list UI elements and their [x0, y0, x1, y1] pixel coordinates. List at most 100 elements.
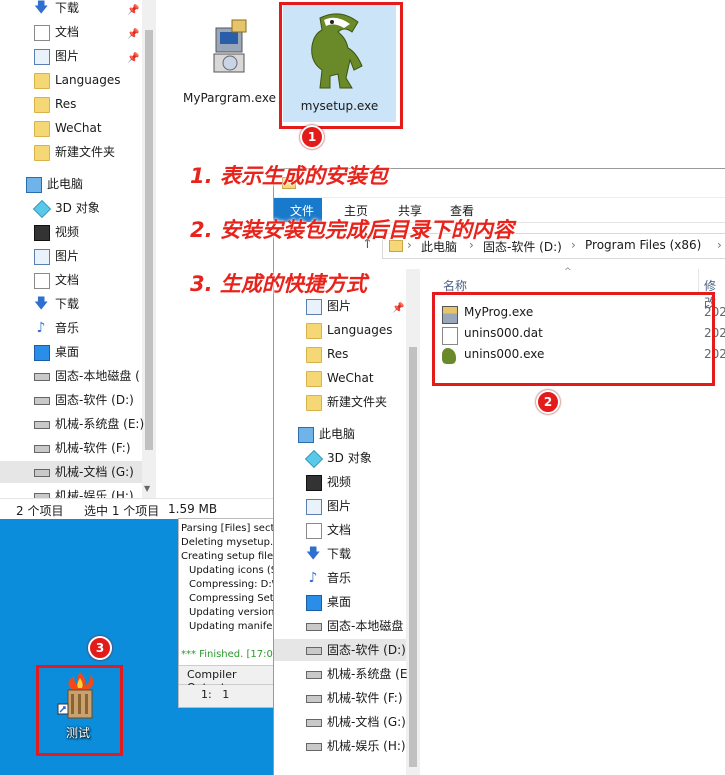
- video-icon: [34, 225, 50, 241]
- drive-icon: [306, 623, 322, 631]
- item-count: 2 个项目: [16, 504, 64, 518]
- front-nav-item[interactable]: 图片: [274, 495, 406, 517]
- highlight-box-installed-files: [432, 292, 715, 386]
- nav-item-label: 音乐: [55, 321, 80, 335]
- installer-icon: [213, 19, 246, 73]
- front-nav-item[interactable]: 机械-软件 (F:): [274, 687, 406, 709]
- front-nav-item[interactable]: 文档: [274, 519, 406, 541]
- nav-item[interactable]: 文档 📌: [0, 21, 142, 43]
- front-nav-item[interactable]: 图片 📌: [274, 295, 406, 317]
- front-nav-item[interactable]: 3D 对象: [274, 447, 406, 469]
- video-icon: [306, 475, 322, 491]
- front-nav-scrollbar[interactable]: [406, 269, 420, 775]
- drive-icon: [34, 469, 50, 477]
- front-nav-item-label: 固态-软件 (D:): [327, 643, 406, 657]
- front-nav-item-label: 此电脑: [319, 427, 356, 441]
- pin-icon[interactable]: 📌: [127, 48, 139, 70]
- front-nav-item-label: 音乐: [327, 571, 352, 585]
- front-nav-item-label: 文档: [327, 523, 352, 537]
- 3d-objects-icon: [304, 449, 324, 469]
- nav-item-label: 机械-文档 (G:): [55, 465, 134, 479]
- picture-icon: [34, 49, 50, 65]
- nav-item[interactable]: 机械-软件 (F:): [0, 437, 142, 459]
- drive-icon: [306, 671, 322, 679]
- breadcrumb-program-files[interactable]: Program Files (x86): [585, 238, 701, 252]
- folder-icon: [34, 97, 50, 113]
- nav-item-label: 图片: [55, 249, 80, 263]
- nav-item[interactable]: 固态-本地磁盘 (: [0, 365, 142, 387]
- front-nav-scrollbar-thumb[interactable]: [409, 347, 417, 767]
- front-nav-item[interactable]: 桌面: [274, 591, 406, 613]
- front-nav-item[interactable]: 机械-文档 (G:): [274, 711, 406, 733]
- breadcrumb-sep-icon: ›: [571, 238, 576, 252]
- scroll-down-arrow-icon[interactable]: ▼: [144, 484, 150, 493]
- nav-item-label: 文档: [55, 25, 80, 39]
- nav-item[interactable]: Res: [0, 93, 142, 115]
- download-icon: 🡇: [306, 546, 321, 562]
- nav-item[interactable]: 图片 📌: [0, 45, 142, 67]
- nav-item[interactable]: 固态-软件 (D:): [0, 389, 142, 411]
- nav-item[interactable]: 新建文件夹: [0, 141, 142, 163]
- highlight-box-setup: [279, 2, 403, 129]
- front-nav-item[interactable]: 机械-娱乐 (H:): [274, 735, 406, 757]
- front-nav-item[interactable]: ♪ 音乐: [274, 567, 406, 589]
- front-nav-item-label: 桌面: [327, 595, 352, 609]
- front-nav-item[interactable]: 新建文件夹: [274, 391, 406, 413]
- column-divider[interactable]: [698, 269, 699, 293]
- nav-item[interactable]: 此电脑: [0, 173, 142, 195]
- front-nav-item[interactable]: 视频: [274, 471, 406, 493]
- front-nav-item[interactable]: 此电脑: [274, 423, 406, 445]
- nav-item-label: Languages: [55, 73, 121, 87]
- folder-icon: [306, 323, 322, 339]
- drive-icon: [306, 743, 322, 751]
- picture-icon: [306, 499, 322, 515]
- pin-icon[interactable]: 📌: [127, 0, 139, 22]
- nav-item-label: 新建文件夹: [55, 145, 116, 159]
- front-nav-item-label: 固态-本地磁盘: [327, 619, 404, 633]
- nav-item[interactable]: Languages: [0, 69, 142, 91]
- nav-item[interactable]: 视频: [0, 221, 142, 243]
- nav-item[interactable]: WeChat: [0, 117, 142, 139]
- pin-icon[interactable]: 📌: [392, 298, 404, 320]
- pin-icon[interactable]: 📌: [127, 24, 139, 46]
- download-icon: 🡇: [34, 0, 49, 16]
- compiler-log-line: Updating version: [189, 607, 275, 618]
- desktop-shortcut[interactable]: 测试: [42, 670, 114, 744]
- nav-item[interactable]: 图片: [0, 245, 142, 267]
- drive-icon: [306, 695, 322, 703]
- nav-item[interactable]: ♪ 音乐: [0, 317, 142, 339]
- nav-item[interactable]: 3D 对象: [0, 197, 142, 219]
- annotation-line-2: 2. 安装安装包完成后目录下的内容: [190, 218, 514, 242]
- picture-icon: [34, 249, 50, 265]
- front-nav-item[interactable]: 🡇 下载: [274, 543, 406, 565]
- nav-item-label: 视频: [55, 225, 80, 239]
- front-nav-item[interactable]: Res: [274, 343, 406, 365]
- front-nav-item[interactable]: 固态-软件 (D:): [274, 639, 406, 661]
- nav-item[interactable]: 文档: [0, 269, 142, 291]
- nav-item[interactable]: 机械-系统盘 (E:): [0, 413, 144, 435]
- front-nav-item[interactable]: Languages: [274, 319, 406, 341]
- folder-icon: [34, 73, 50, 89]
- drive-icon: [306, 719, 322, 727]
- nav-scrollbar-thumb[interactable]: [145, 30, 153, 450]
- file-name: MyPargram.exe: [183, 91, 276, 105]
- 3d-objects-icon: [32, 199, 52, 219]
- nav-item[interactable]: 桌面: [0, 341, 142, 363]
- nav-item[interactable]: 机械-文档 (G:): [0, 461, 142, 483]
- folder-icon: [306, 371, 322, 387]
- file-tile-mypargram[interactable]: MyPargram.exe: [182, 14, 277, 105]
- front-nav-item[interactable]: WeChat: [274, 367, 406, 389]
- compiler-log-line: Parsing [Files] secti: [181, 523, 276, 534]
- compiler-finished-line: *** Finished. [17:0: [181, 649, 273, 660]
- front-nav-item[interactable]: 固态-本地磁盘: [274, 615, 406, 637]
- nav-item-label: 机械-软件 (F:): [55, 441, 131, 455]
- compiler-log-line: Deleting mysetup.ex: [181, 537, 276, 548]
- document-icon: [34, 273, 50, 289]
- compiler-log-line: Updating icons (SE: [189, 565, 276, 576]
- front-nav-item[interactable]: 机械-系统盘 (E: [274, 663, 407, 685]
- nav-item[interactable]: 🡇 下载 📌: [0, 0, 142, 19]
- compiler-log-line: Compressing Setu: [189, 593, 276, 604]
- nav-item[interactable]: 🡇 下载: [0, 293, 142, 315]
- drive-icon: [34, 397, 50, 405]
- desktop-icon: [306, 595, 322, 611]
